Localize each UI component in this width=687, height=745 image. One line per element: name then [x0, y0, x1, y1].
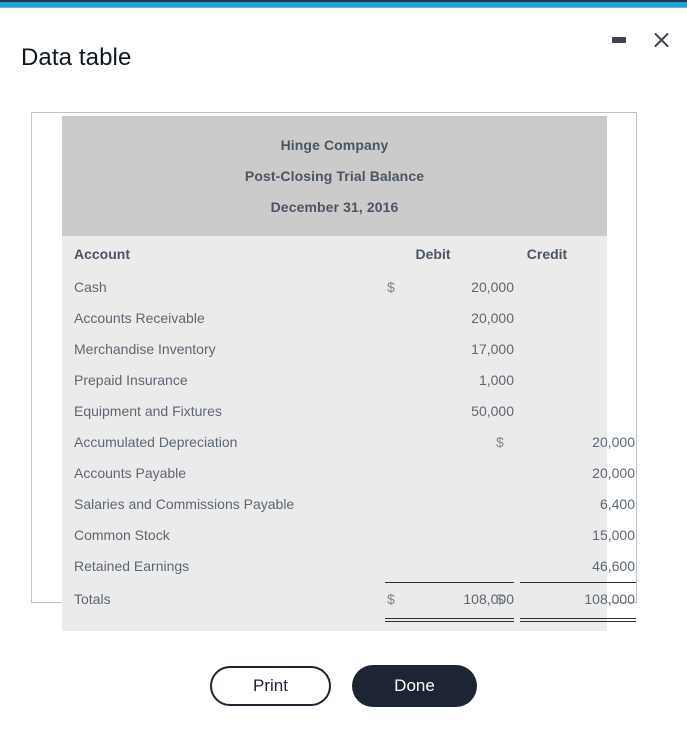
cell-account: Retained Earnings [74, 558, 190, 574]
cell-debit-currency: $ [387, 591, 395, 607]
report-date: December 31, 2016 [270, 199, 399, 215]
column-header-account: Account [74, 246, 130, 262]
cell-credit-value: 15,000 [592, 527, 635, 543]
total-double-rule-debit [385, 618, 514, 622]
table-body: Cash $20,000 Accounts Receivable 20,000 Merc… [62, 273, 636, 631]
cell-credit-value: 46,600 [592, 558, 635, 574]
cell-debit-value: 1,000 [478, 372, 514, 388]
cell-account: Common Stock [74, 527, 170, 543]
close-icon [652, 31, 670, 49]
cell-debit-value: 17,000 [471, 341, 514, 357]
print-button[interactable]: Print [210, 666, 331, 706]
table-row: Prepaid Insurance 1,000 [62, 366, 607, 397]
minimize-icon [612, 37, 626, 43]
window-controls [605, 26, 675, 54]
table-column-headers: Account Debit Credit [62, 236, 607, 273]
window-header: Data table [0, 8, 687, 96]
cell-debit-currency: $ [387, 279, 395, 295]
column-header-debit: Debit [415, 246, 451, 262]
cell-account: Totals [74, 591, 111, 607]
done-button[interactable]: Done [352, 665, 477, 707]
report-title-block: Hinge Company Post-Closing Trial Balance… [62, 116, 607, 236]
cell-account: Equipment and Fixtures [74, 403, 222, 419]
table-row: Accumulated Depreciation $20,000 [62, 428, 635, 459]
table-row: Accounts Receivable 20,000 [62, 304, 607, 335]
table-row: Merchandise Inventory 17,000 [62, 335, 607, 366]
cell-credit-value: 6,400 [599, 496, 635, 512]
cell-debit-value: 20,000 [471, 310, 514, 326]
table-row: Equipment and Fixtures 50,000 [62, 397, 607, 428]
cell-account: Cash [74, 279, 107, 295]
cell-debit-value: 20,000 [471, 279, 514, 295]
table-row: Retained Earnings 46,600 [62, 552, 636, 583]
table-row: Salaries and Commissions Payable 6,400 [62, 490, 635, 521]
table-row: Accounts Payable 20,000 [62, 459, 635, 490]
cell-account: Accounts Payable [74, 465, 187, 481]
cell-credit-value: 108,000 [584, 591, 635, 607]
table-row-totals: Totals $108,000 $108,000 [62, 583, 636, 622]
total-double-rule-credit [520, 618, 636, 622]
minimize-button[interactable] [605, 26, 633, 54]
close-button[interactable] [647, 26, 675, 54]
column-header-credit: Credit [526, 246, 568, 262]
cell-account: Accounts Receivable [74, 310, 205, 326]
cell-account: Prepaid Insurance [74, 372, 188, 388]
trial-balance-table: Hinge Company Post-Closing Trial Balance… [62, 116, 636, 631]
cell-account: Merchandise Inventory [74, 341, 216, 357]
cell-credit-currency: $ [496, 591, 504, 607]
report-statement: Post-Closing Trial Balance [244, 168, 425, 184]
page-title: Data table [21, 44, 132, 71]
table-row: Cash $20,000 [62, 273, 607, 304]
cell-credit-value: 20,000 [592, 434, 635, 450]
data-table-frame: Hinge Company Post-Closing Trial Balance… [31, 112, 637, 631]
dialog-button-bar: Print Done [0, 665, 687, 707]
table-row: Common Stock 15,000 [62, 521, 635, 552]
report-company: Hinge Company [280, 137, 389, 153]
cell-account: Salaries and Commissions Payable [74, 496, 295, 512]
cell-credit-value: 20,000 [592, 465, 635, 481]
cell-credit-currency: $ [496, 434, 504, 450]
cell-debit-value: 50,000 [471, 403, 514, 419]
cell-account: Accumulated Depreciation [74, 434, 238, 450]
